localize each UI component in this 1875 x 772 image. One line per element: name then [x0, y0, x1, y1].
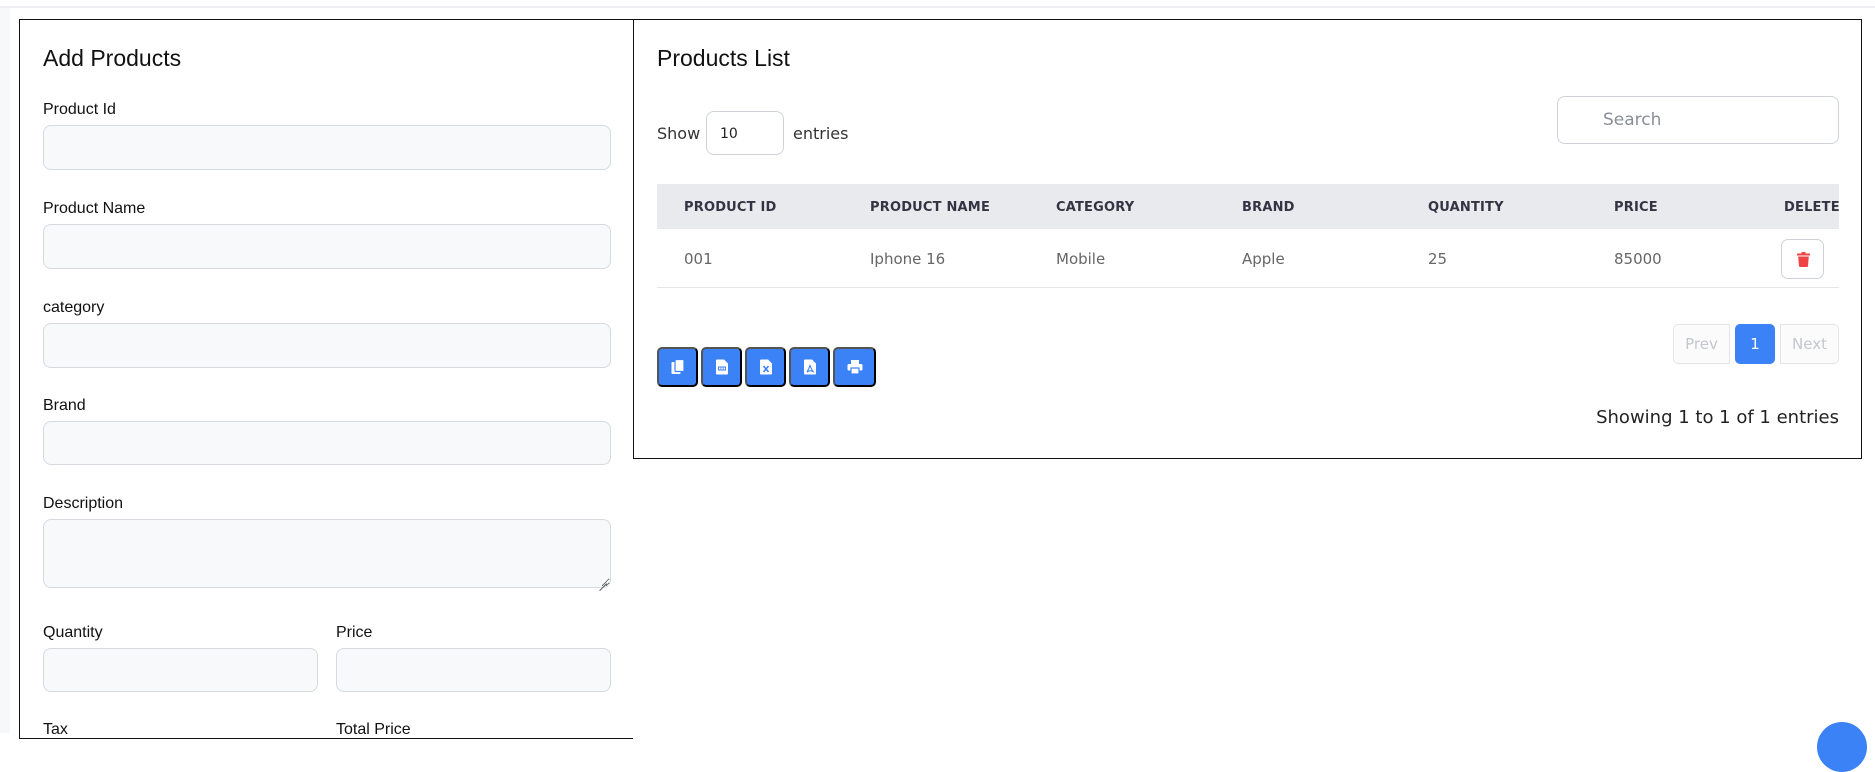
- total-price-label: Total Price: [336, 721, 411, 738]
- trash-icon: [1797, 252, 1810, 267]
- cell-product-id: 001: [684, 250, 713, 268]
- category-field-wrap: [43, 323, 611, 368]
- left-gutter: [0, 8, 10, 733]
- pdf-icon: [803, 359, 816, 375]
- csv-export-button[interactable]: [701, 347, 742, 387]
- entries-label: entries: [793, 124, 849, 143]
- copy-button[interactable]: [657, 347, 698, 387]
- description-field-wrap: [43, 519, 611, 588]
- price-field-wrap: [336, 648, 611, 692]
- column-header-price[interactable]: PRICE: [1614, 200, 1658, 215]
- quantity-label: Quantity: [43, 624, 103, 641]
- cell-category: Mobile: [1056, 250, 1106, 268]
- pdf-export-button[interactable]: [789, 347, 830, 387]
- search-box: [1557, 96, 1839, 144]
- category-label: category: [43, 299, 105, 316]
- price-label: Price: [336, 624, 373, 641]
- show-label: Show: [657, 124, 701, 143]
- cell-product-name: Iphone 16: [870, 250, 946, 268]
- excel-export-button[interactable]: [745, 347, 786, 387]
- resize-grip-icon[interactable]: [599, 576, 607, 584]
- products-list-title: Products List: [657, 45, 790, 71]
- pagination-prev[interactable]: Prev: [1673, 324, 1730, 364]
- product-id-input[interactable]: [44, 126, 610, 169]
- quantity-field-wrap: [43, 648, 318, 692]
- pagination-page-1[interactable]: 1: [1735, 324, 1775, 364]
- quantity-input[interactable]: [44, 649, 317, 691]
- column-header-product-id[interactable]: PRODUCT ID: [684, 200, 777, 215]
- print-button[interactable]: [833, 347, 876, 387]
- column-header-category[interactable]: CATEGORY: [1056, 200, 1134, 215]
- showing-entries-text: Showing 1 to 1 of 1 entries: [1596, 407, 1839, 428]
- floating-action-button[interactable]: [1817, 722, 1867, 772]
- table-row: 001 Iphone 16 Mobile Apple 25 85000: [657, 229, 1839, 288]
- search-input[interactable]: [1558, 97, 1838, 143]
- print-icon: [847, 360, 862, 374]
- product-name-input[interactable]: [44, 225, 610, 268]
- brand-input[interactable]: [44, 422, 610, 464]
- excel-icon: [759, 359, 772, 375]
- cell-price: 85000: [1614, 250, 1662, 268]
- copy-icon: [671, 359, 684, 374]
- price-input[interactable]: [337, 649, 610, 691]
- entries-per-page-select[interactable]: 10: [706, 111, 784, 155]
- add-products-title: Add Products: [43, 45, 182, 71]
- product-name-label: Product Name: [43, 200, 146, 217]
- category-input[interactable]: [44, 324, 610, 367]
- table-header: PRODUCT ID PRODUCT NAME CATEGORY BRAND Q…: [657, 184, 1840, 229]
- column-header-product-name[interactable]: PRODUCT NAME: [870, 200, 990, 215]
- cell-quantity: 25: [1428, 250, 1448, 268]
- add-products-panel: Add Products Product Id Product Name cat…: [19, 19, 633, 739]
- description-label: Description: [43, 495, 124, 512]
- product-id-label: Product Id: [43, 101, 116, 118]
- product-name-field-wrap: [43, 224, 611, 269]
- top-bar: [0, 0, 1875, 8]
- column-header-delete: DELETE: [1784, 200, 1840, 215]
- column-header-brand[interactable]: BRAND: [1242, 200, 1295, 215]
- product-id-field-wrap: [43, 125, 611, 170]
- brand-label: Brand: [43, 397, 86, 414]
- delete-row-button[interactable]: [1781, 239, 1824, 279]
- brand-field-wrap: [43, 421, 611, 465]
- column-header-quantity[interactable]: QUANTITY: [1428, 200, 1504, 215]
- products-list-panel: Products List Show 10 entries PRODUCT ID…: [633, 19, 1862, 459]
- csv-icon: [715, 359, 728, 375]
- pagination-next[interactable]: Next: [1780, 324, 1839, 364]
- cell-brand: Apple: [1242, 250, 1285, 268]
- tax-label: Tax: [43, 721, 68, 738]
- description-textarea[interactable]: [44, 520, 610, 587]
